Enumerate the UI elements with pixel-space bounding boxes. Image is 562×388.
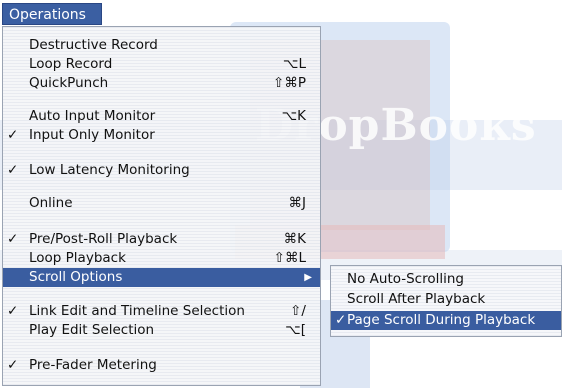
menu-item-input-only-monitor[interactable]: ✓ Input Only Monitor	[3, 126, 320, 145]
menu-item-play-edit-selection[interactable]: Play Edit Selection ⌥[	[3, 321, 320, 340]
scroll-options-submenu: No Auto-Scrolling Scroll After Playback …	[330, 265, 562, 337]
submenu-item-label: Scroll After Playback	[347, 291, 486, 307]
menu-item-scroll-options[interactable]: Scroll Options ▶	[3, 268, 320, 287]
menu-item-online[interactable]: Online ⌘J	[3, 194, 320, 213]
menu-item-label: Auto Input Monitor	[29, 108, 156, 124]
shortcut-label: ⌘J	[288, 195, 306, 211]
menu-item-label: Loop Record	[29, 56, 113, 72]
shortcut-label: ⌘K	[283, 231, 306, 247]
menu-item-quickpunch[interactable]: QuickPunch ⇧⌘P	[3, 74, 320, 93]
menu-item-label: Scroll Options	[29, 269, 123, 285]
shortcut-label: ⇧/	[290, 303, 306, 319]
shortcut-label: ⇧⌘P	[273, 75, 306, 91]
submenu-arrow-icon: ▶	[304, 272, 312, 283]
menu-item-pre-fader-metering[interactable]: ✓ Pre-Fader Metering	[3, 356, 320, 375]
shortcut-label: ⌥L	[282, 56, 306, 72]
checkmark-icon: ✓	[7, 127, 19, 143]
menu-item-label: Play Edit Selection	[29, 322, 155, 338]
menu-item-destructive-record[interactable]: Destructive Record	[3, 36, 320, 55]
menu-item-auto-input-monitor[interactable]: Auto Input Monitor ⌥K	[3, 107, 320, 126]
submenu-item-label: No Auto-Scrolling	[347, 271, 464, 287]
submenu-item-label: Page Scroll During Playback	[347, 312, 536, 328]
menu-item-low-latency-monitoring[interactable]: ✓ Low Latency Monitoring	[3, 161, 320, 180]
menu-item-label: Pre-Fader Metering	[29, 357, 157, 373]
menu-item-label: Loop Playback	[29, 250, 126, 266]
menu-item-label: Low Latency Monitoring	[29, 162, 190, 178]
submenu-item-page-scroll-during-playback[interactable]: ✓ Page Scroll During Playback	[331, 311, 561, 330]
menu-item-label: Destructive Record	[29, 37, 158, 53]
menu-item-pre-post-roll-playback[interactable]: ✓ Pre/Post-Roll Playback ⌘K	[3, 230, 320, 249]
checkmark-icon: ✓	[7, 162, 19, 178]
submenu-item-no-auto-scrolling[interactable]: No Auto-Scrolling	[331, 270, 561, 289]
menu-item-label: Pre/Post-Roll Playback	[29, 231, 178, 247]
menu-title-operations[interactable]: Operations	[2, 3, 102, 25]
shortcut-label: ⇧⌘L	[273, 250, 306, 266]
menu-item-link-edit-timeline[interactable]: ✓ Link Edit and Timeline Selection ⇧/	[3, 302, 320, 321]
menu-item-label: QuickPunch	[29, 75, 109, 91]
menu-item-label: Input Only Monitor	[29, 127, 155, 143]
shortcut-label: ⌥[	[285, 322, 306, 338]
shortcut-label: ⌥K	[281, 108, 306, 124]
checkmark-icon: ✓	[335, 312, 347, 328]
submenu-item-scroll-after-playback[interactable]: Scroll After Playback	[331, 290, 561, 309]
checkmark-icon: ✓	[7, 231, 19, 247]
menu-item-loop-playback[interactable]: Loop Playback ⇧⌘L	[3, 249, 320, 268]
operations-menu: Destructive Record Loop Record ⌥L QuickP…	[2, 26, 321, 386]
checkmark-icon: ✓	[7, 303, 19, 319]
menu-item-label: Online	[29, 195, 73, 211]
menu-item-label: Link Edit and Timeline Selection	[29, 303, 245, 319]
checkmark-icon: ✓	[7, 357, 19, 373]
menu-item-loop-record[interactable]: Loop Record ⌥L	[3, 55, 320, 74]
